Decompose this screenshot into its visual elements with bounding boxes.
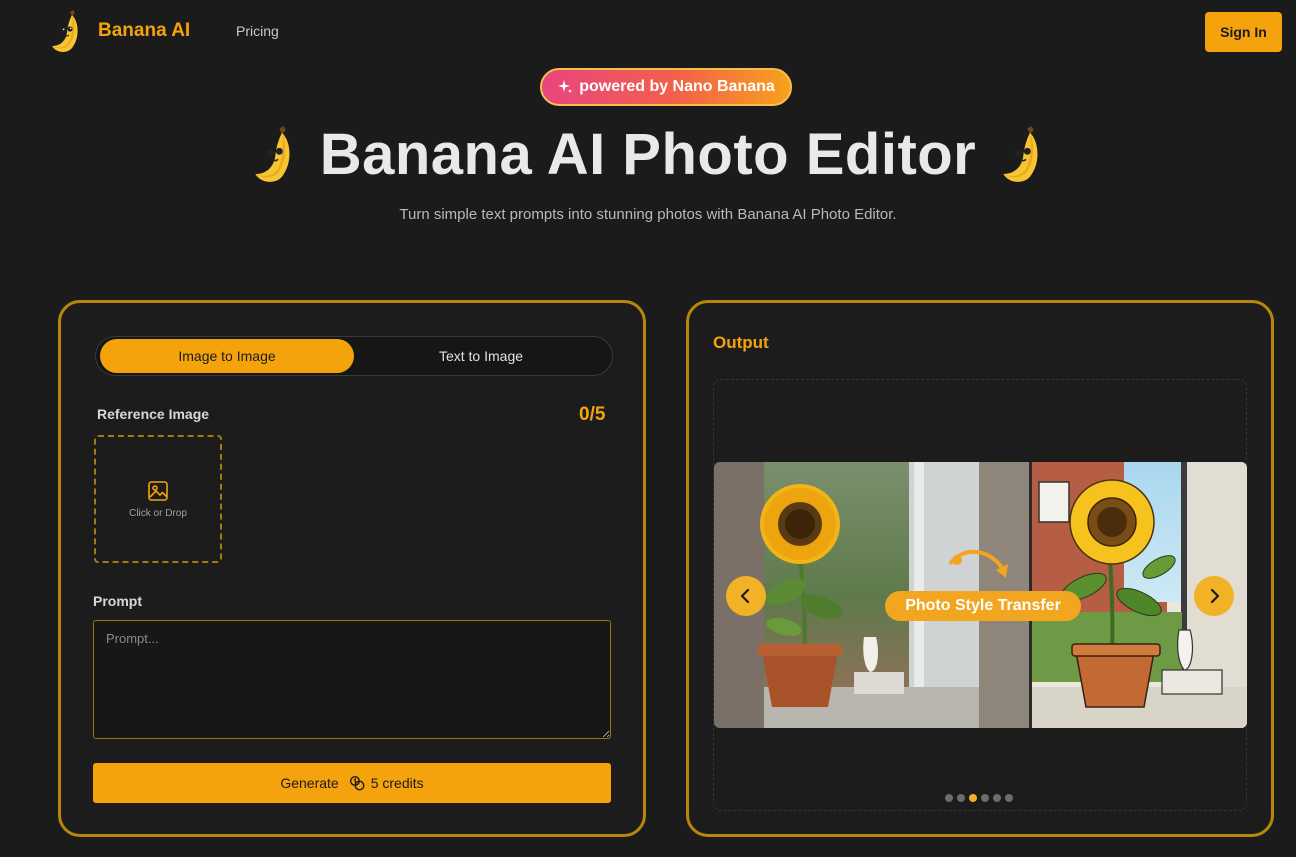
carousel-dot[interactable] [993, 794, 1001, 802]
hero-title-row: Banana AI Photo Editor [0, 118, 1296, 190]
banana-logo-icon[interactable] [48, 8, 84, 54]
output-label: Output [713, 333, 769, 352]
image-icon [148, 480, 168, 501]
hero-subtitle: Turn simple text prompts into stunning p… [399, 206, 897, 223]
reference-image-label: Reference Image [97, 406, 210, 422]
carousel-dots [945, 794, 1013, 802]
reference-image-count: 0/5 [579, 404, 606, 425]
prompt-label: Prompt [93, 593, 142, 609]
carousel-prev-button[interactable] [726, 576, 766, 616]
nav-pricing-link[interactable]: Pricing [236, 23, 279, 39]
credits-label: 5 credits [370, 775, 424, 791]
carousel-dot[interactable] [1005, 794, 1013, 802]
editor-panel: Image to Image Text to Image Reference I… [58, 300, 646, 837]
banana-emoji-right-icon [1003, 126, 1038, 182]
powered-by-badge: powered by Nano Banana [540, 68, 792, 106]
tab-image-to-image[interactable]: Image to Image [100, 339, 354, 373]
banana-emoji-left-icon [255, 126, 290, 182]
tab-text-to-image[interactable]: Text to Image [354, 339, 608, 373]
coins-icon [349, 775, 365, 791]
chevron-right-icon [1210, 588, 1220, 604]
carousel-dot[interactable] [945, 794, 953, 802]
mode-tabs: Image to Image Text to Image [95, 336, 613, 376]
badge-text: powered by Nano Banana [579, 78, 775, 95]
reference-image-dropzone[interactable]: Click or Drop [94, 435, 222, 563]
sign-in-button[interactable]: Sign In [1205, 12, 1282, 52]
page-title: Banana AI Photo Editor [319, 121, 977, 187]
carousel-dot[interactable] [969, 794, 977, 802]
output-panel: Output Photo Style Transfer [686, 300, 1274, 837]
generate-button[interactable]: Generate 5 credits [93, 763, 611, 803]
carousel-dot[interactable] [981, 794, 989, 802]
sparkle-icon [558, 80, 573, 93]
carousel-next-button[interactable] [1194, 576, 1234, 616]
carousel-dot[interactable] [957, 794, 965, 802]
slide-caption: Photo Style Transfer [885, 591, 1081, 621]
brand-name[interactable]: Banana AI [98, 20, 190, 42]
prompt-input[interactable] [93, 620, 611, 739]
site-header: Banana AI Pricing Sign In [0, 0, 1296, 64]
chevron-left-icon [740, 588, 750, 604]
dropzone-text: Click or Drop [129, 507, 187, 519]
generate-label: Generate [280, 775, 339, 791]
